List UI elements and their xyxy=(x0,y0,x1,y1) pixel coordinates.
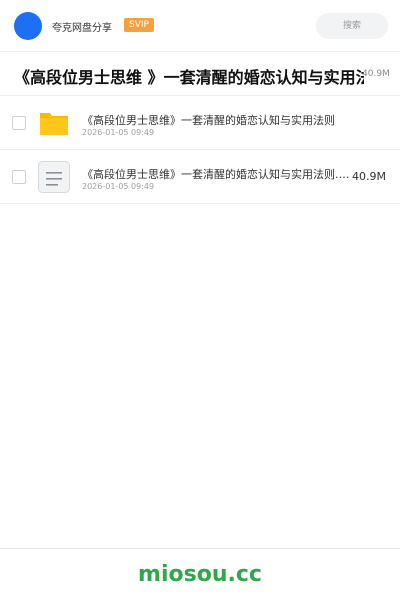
file-size: 40.9M xyxy=(352,170,386,183)
file-name[interactable]: 《高段位男士思维》一套清醒的婚恋认知与实用法则 xyxy=(82,112,356,128)
share-title-bar: 《高段位男士思维 》一套清醒的婚恋认知与实用法则 40.9M xyxy=(0,52,400,96)
file-date: 2026-01-05 09:49 xyxy=(82,182,155,191)
file-name[interactable]: 《高段位男士思维》一套清醒的婚恋认知与实用法则.pdf xyxy=(82,166,356,182)
file-date: 2026-01-05 09:49 xyxy=(82,128,155,137)
folder-icon xyxy=(38,107,70,139)
footer-divider xyxy=(0,548,400,549)
header-bar: 夸克网盘分享 SVIP 搜索 xyxy=(0,0,400,52)
search-button[interactable]: 搜索 xyxy=(316,13,388,39)
file-row[interactable]: 《高段位男士思维》一套清醒的婚恋认知与实用法则.pdf 2026-01-05 0… xyxy=(0,150,400,204)
user-name: 夸克网盘分享 xyxy=(52,23,112,34)
total-size: 40.9M xyxy=(362,69,390,79)
page-title: 《高段位男士思维 》一套清醒的婚恋认知与实用法则 xyxy=(14,68,364,87)
row-checkbox[interactable] xyxy=(12,116,26,130)
row-checkbox[interactable] xyxy=(12,170,26,184)
document-icon xyxy=(38,161,70,193)
brand-watermark: miosou.cc xyxy=(138,562,262,587)
svip-badge: SVIP xyxy=(124,18,154,32)
avatar[interactable] xyxy=(14,12,42,40)
file-row[interactable]: 《高段位男士思维》一套清醒的婚恋认知与实用法则 2026-01-05 09:49 xyxy=(0,96,400,150)
